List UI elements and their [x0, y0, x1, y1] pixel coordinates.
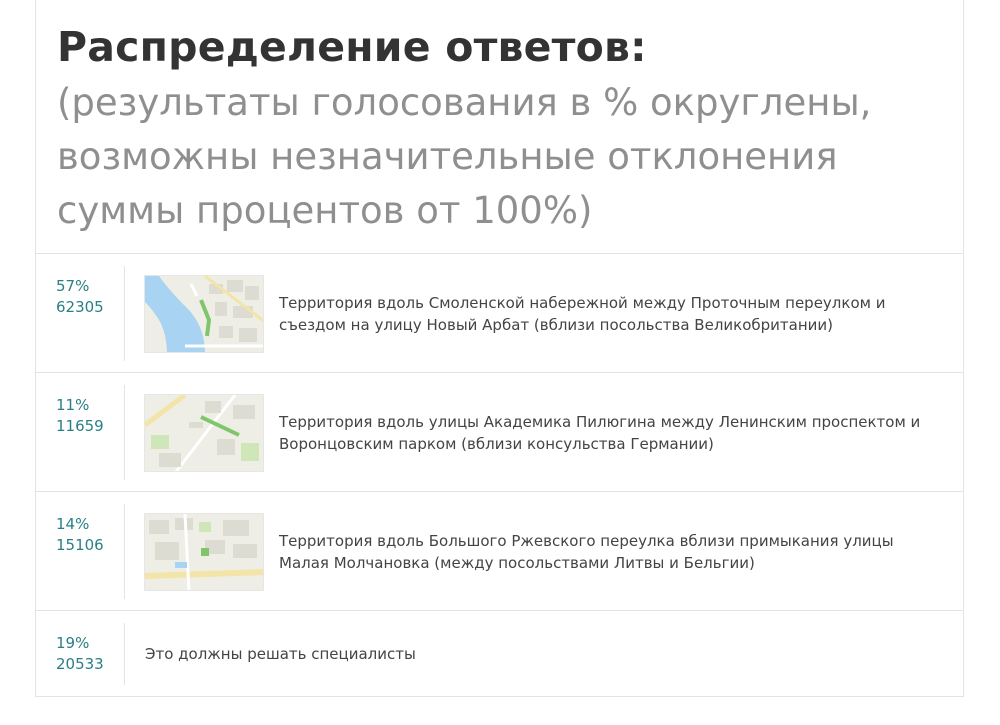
answer-stats: 19% 20533	[56, 633, 126, 675]
answer-votes: 15106	[56, 536, 104, 554]
answer-text: Это должны решать специалисты	[145, 645, 416, 663]
page-title: Распределение ответов:	[57, 23, 647, 71]
answer-stats: 57% 62305	[56, 276, 126, 318]
answer-percent: 19%	[56, 634, 90, 652]
results-card: Распределение ответов: (результаты голос…	[35, 0, 964, 697]
page-subtitle: (результаты голосования в % округлены, в…	[57, 81, 872, 232]
row-divider	[124, 266, 125, 361]
row-divider	[124, 623, 125, 685]
answer-text: Территория вдоль Большого Ржевского пере…	[279, 532, 894, 572]
results-header: Распределение ответов: (результаты голос…	[36, 0, 963, 254]
answer-percent: 11%	[56, 396, 90, 414]
map-thumbnail[interactable]	[144, 394, 264, 472]
row-divider	[124, 385, 125, 480]
answer-stats: 14% 15106	[56, 514, 126, 556]
answer-text: Территория вдоль улицы Академика Пилюгин…	[279, 413, 921, 453]
answer-row: 11% 11659 Территория вдоль улицы Академи…	[36, 373, 963, 492]
answer-votes: 20533	[56, 655, 104, 673]
map-thumbnail[interactable]	[144, 513, 264, 591]
answer-votes: 11659	[56, 417, 104, 435]
answer-percent: 57%	[56, 277, 90, 295]
answer-text: Территория вдоль Смоленской набережной м…	[279, 294, 886, 334]
map-thumbnail[interactable]	[144, 275, 264, 353]
row-divider	[124, 504, 125, 599]
answer-row: 19% 20533 Это должны решать специалисты	[36, 611, 963, 697]
answer-percent: 14%	[56, 515, 90, 533]
answer-stats: 11% 11659	[56, 395, 126, 437]
answer-votes: 62305	[56, 298, 104, 316]
answer-row: 57% 62305 Территория вдоль Смоленской на…	[36, 254, 963, 373]
answer-row: 14% 15106 Территория вдоль Большого Ржев…	[36, 492, 963, 611]
